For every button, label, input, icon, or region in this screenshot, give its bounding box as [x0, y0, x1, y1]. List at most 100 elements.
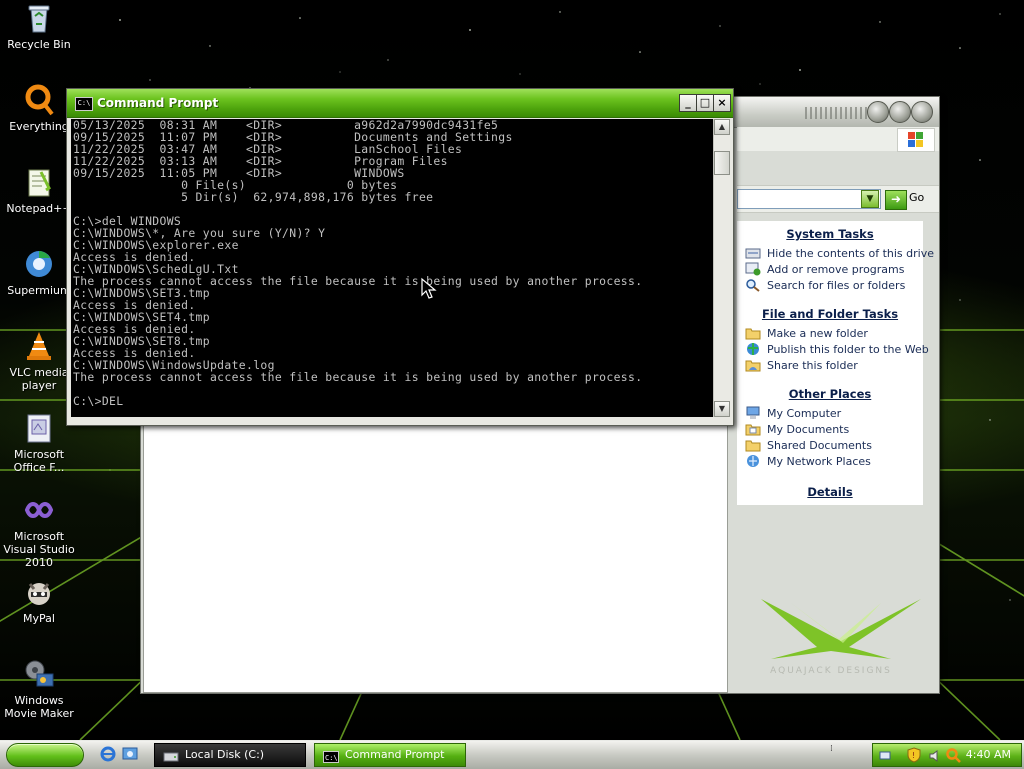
file-folder-tasks-section: File and Folder Tasks Make a new folder …: [737, 307, 929, 373]
task-link[interactable]: My Documents: [737, 421, 923, 437]
address-bar: ▼ ➜ Go: [737, 185, 939, 213]
file-folder-tasks-heading[interactable]: File and Folder Tasks: [737, 307, 923, 321]
task-link[interactable]: My Computer: [737, 405, 923, 421]
taskbar-button-label: Local Disk (C:): [185, 748, 265, 761]
go-arrow-icon[interactable]: ➜: [885, 190, 907, 210]
maximize-orb-button[interactable]: [889, 101, 911, 123]
task-link[interactable]: My Network Places: [737, 453, 923, 469]
details-heading[interactable]: Details: [737, 485, 923, 499]
volume-tray-icon[interactable]: [929, 750, 943, 765]
task-link[interactable]: Publish this folder to the Web: [737, 341, 929, 357]
task-link-label: Search for files or folders: [767, 278, 906, 292]
internet-explorer-icon[interactable]: [100, 746, 116, 762]
desktop-icon-label: Recycle Bin: [7, 38, 71, 51]
task-link-label: Add or remove programs: [767, 262, 905, 276]
task-link[interactable]: Hide the contents of this drive: [737, 245, 934, 261]
system-tray: ! 4:40 AM: [872, 743, 1022, 767]
share-folder-icon: [745, 358, 761, 372]
search-icon: [745, 278, 761, 292]
network-places-icon: [745, 454, 761, 468]
cmd-title-bar[interactable]: C:\ Command Prompt _ □ ×: [67, 89, 733, 118]
task-link-label: Hide the contents of this drive: [767, 246, 934, 260]
taskbar-button-local-disk[interactable]: Local Disk (C:): [154, 743, 306, 767]
my-documents-icon: [745, 422, 761, 436]
vlc-cone-icon: [23, 330, 55, 362]
search-tray-icon[interactable]: [945, 747, 961, 766]
task-link[interactable]: Add or remove programs: [737, 261, 923, 277]
task-link-label: My Documents: [767, 422, 850, 436]
security-shield-icon[interactable]: !: [907, 747, 921, 766]
office-document-icon: [23, 412, 55, 444]
address-input[interactable]: [737, 189, 881, 209]
console-output[interactable]: 05/13/2025 08:31 AM <DIR> a962d2a7990dc9…: [71, 119, 713, 417]
other-places-heading[interactable]: Other Places: [737, 387, 923, 401]
console-text: 05/13/2025 08:31 AM <DIR> a962d2a7990dc9…: [73, 119, 643, 408]
task-link[interactable]: Search for files or folders: [737, 277, 923, 293]
start-button[interactable]: [6, 743, 84, 767]
task-link-label: Share this folder: [767, 358, 858, 372]
hide-drive-icon: [745, 246, 761, 260]
supermium-browser-icon: [23, 248, 55, 280]
svg-text:!: !: [912, 751, 915, 760]
task-pane: System Tasks Hide the contents of this d…: [737, 221, 934, 505]
task-link[interactable]: Share this folder: [737, 357, 923, 373]
maximize-button[interactable]: □: [696, 94, 714, 112]
mouse-cursor-icon: [421, 277, 437, 299]
vertical-scrollbar[interactable]: ▲ ▼: [713, 119, 730, 417]
desktop-icon-mypal[interactable]: MyPal: [0, 576, 78, 625]
svg-text:C:\: C:\: [325, 754, 338, 762]
clock[interactable]: 4:40 AM: [966, 748, 1011, 761]
taskbar-button-command-prompt[interactable]: C:\ Command Prompt: [314, 743, 466, 767]
desktop-icon-visual-studio[interactable]: Microsoft Visual Studio 2010: [0, 494, 78, 569]
task-link-label: Shared Documents: [767, 438, 872, 452]
scroll-thumb[interactable]: [714, 151, 730, 175]
close-button[interactable]: ×: [713, 94, 731, 112]
shared-documents-icon: [745, 438, 761, 452]
system-tasks-heading[interactable]: System Tasks: [737, 227, 923, 241]
cmd-icon: C:\: [75, 97, 93, 111]
system-tasks-section: System Tasks Hide the contents of this d…: [737, 227, 934, 293]
xbox-x-logo-icon: AQUAJACK DESIGNS: [761, 599, 921, 676]
task-link-label: My Computer: [767, 406, 842, 420]
scroll-down-button[interactable]: ▼: [714, 401, 730, 417]
go-button[interactable]: Go: [909, 191, 924, 204]
recycle-bin-icon: [23, 2, 55, 34]
notepad-plus-plus-icon: [23, 166, 55, 198]
add-remove-programs-icon: [745, 262, 761, 276]
task-link-label: Publish this folder to the Web: [767, 342, 929, 356]
everything-search-icon: [23, 84, 55, 116]
mypal-raccoon-icon: [23, 576, 55, 608]
publish-web-icon: [745, 342, 761, 356]
cmd-title-text: Command Prompt: [97, 96, 219, 110]
address-dropdown-button[interactable]: ▼: [861, 190, 879, 208]
task-link[interactable]: Make a new folder: [737, 325, 923, 341]
task-link[interactable]: Shared Documents: [737, 437, 923, 453]
visual-studio-infinity-icon: [23, 494, 55, 526]
command-prompt-window: C:\ Command Prompt _ □ × 05/13/2025 08:3…: [66, 88, 734, 426]
details-section: Details: [737, 485, 923, 503]
watermark-text: AQUAJACK DESIGNS: [770, 666, 892, 676]
scroll-up-button[interactable]: ▲: [714, 119, 730, 135]
drive-icon: [163, 749, 179, 762]
taskbar-grip-icon: ⁞: [830, 744, 833, 754]
desktop-icon-label: Windows Movie Maker: [4, 694, 74, 720]
task-link-label: My Network Places: [767, 454, 871, 468]
my-computer-icon: [745, 406, 761, 420]
desktop-icon-recycle-bin[interactable]: Recycle Bin: [0, 2, 78, 51]
taskbar-button-label: Command Prompt: [345, 748, 445, 761]
network-tray-icon[interactable]: [879, 749, 893, 764]
desktop-icon-label: MyPal: [23, 612, 55, 625]
cmd-icon: C:\: [323, 749, 339, 763]
other-places-section: Other Places My Computer My Documents Sh…: [737, 387, 923, 469]
windows-flag-icon: [897, 128, 935, 152]
taskbar: Local Disk (C:) C:\ Command Prompt ⁞ ! 4…: [0, 740, 1024, 769]
explorer-menu-bar: [737, 127, 939, 152]
close-orb-button[interactable]: [911, 101, 933, 123]
desktop-icon-movie-maker[interactable]: Windows Movie Maker: [0, 658, 78, 720]
minimize-button[interactable]: _: [679, 94, 697, 112]
show-desktop-icon[interactable]: [122, 746, 138, 762]
movie-maker-film-icon: [23, 658, 55, 690]
desktop-icon-label: Microsoft Office F...: [13, 448, 65, 474]
task-link-label: Make a new folder: [767, 326, 868, 340]
minimize-orb-button[interactable]: [867, 101, 889, 123]
